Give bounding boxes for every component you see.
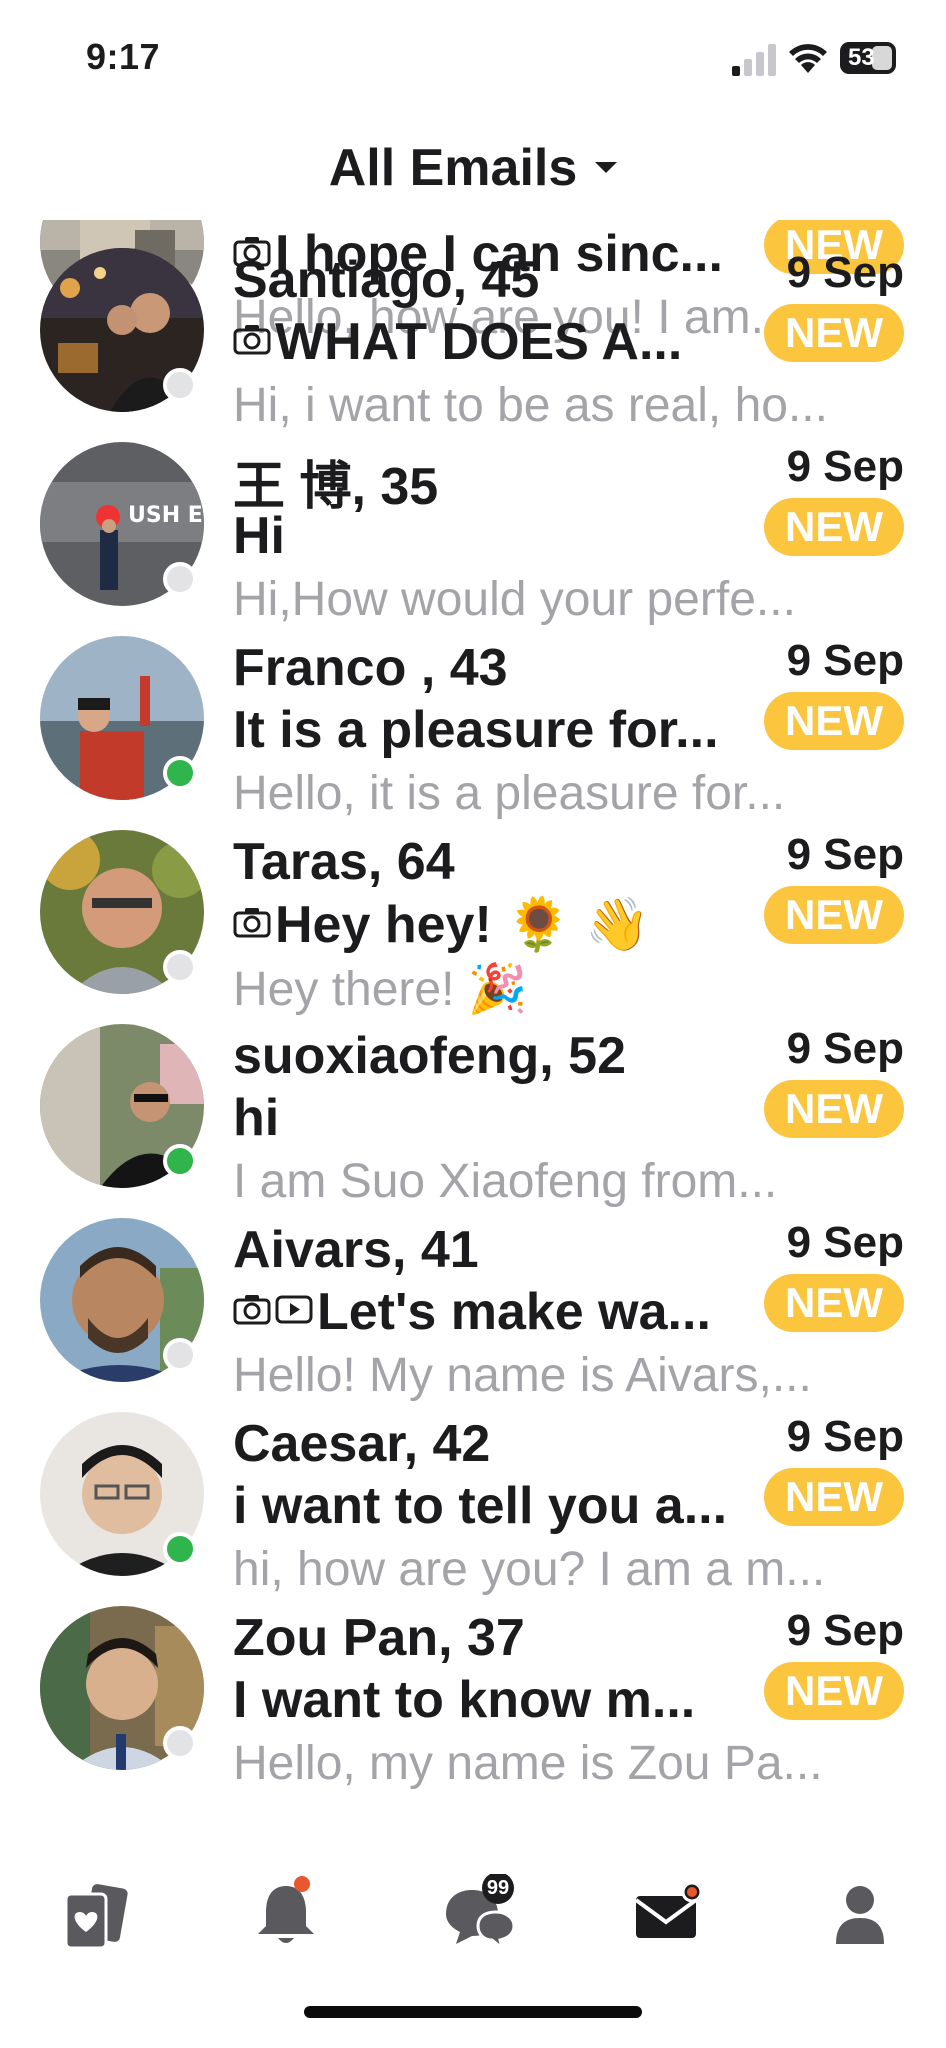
tab-emails[interactable]	[628, 1874, 708, 1954]
presence-dot	[163, 1338, 197, 1372]
email-row[interactable]: Franco , 43 9 Sep It is a pleasure for..…	[0, 636, 946, 830]
svg-text:USH EVER: USH EVER	[128, 503, 204, 528]
sender-name: Caesar, 42	[233, 1415, 491, 1473]
email-preview: Hi,How would your perfe...	[233, 573, 796, 626]
email-list[interactable]: I hope I can sinc... NEW Hello, how are …	[0, 220, 946, 1850]
email-date: 9 Sep	[786, 248, 904, 297]
presence-dot	[163, 950, 197, 984]
status-bar: 9:17 53	[0, 0, 946, 120]
home-indicator[interactable]	[304, 2006, 642, 2018]
presence-dot	[163, 368, 197, 402]
email-subject: I want to know m...	[233, 1671, 696, 1729]
new-badge: NEW	[764, 1274, 904, 1332]
email-date: 9 Sep	[786, 1606, 904, 1655]
wifi-icon	[789, 44, 827, 73]
email-subject: It is a pleasure for...	[233, 701, 719, 759]
sender-name: Taras, 64	[233, 833, 455, 891]
tab-profile[interactable]	[820, 1874, 900, 1954]
header: All Emails	[0, 120, 946, 220]
new-badge: NEW	[764, 1080, 904, 1138]
tab-chat[interactable]: 99	[438, 1872, 518, 1954]
sender-name: Franco , 43	[233, 639, 508, 697]
camera-icon	[233, 1295, 271, 1325]
page-title: All Emails	[328, 139, 578, 197]
mailbox-filter-dropdown[interactable]: All Emails	[0, 138, 946, 198]
email-row[interactable]: Aivars, 41 9 Sep Let's make wa... NEW He…	[0, 1218, 946, 1412]
email-preview: hi, how are you? I am a m...	[233, 1543, 826, 1596]
email-date: 9 Sep	[786, 1024, 904, 1073]
new-badge: NEW	[764, 498, 904, 556]
video-icon	[275, 1295, 313, 1324]
email-row[interactable]: Santiago, 45 9 Sep WHAT DOES A... NEW Hi…	[0, 248, 946, 442]
new-badge: NEW	[764, 1662, 904, 1720]
tab-bar: 99	[0, 1858, 946, 1968]
battery-icon: 53	[840, 42, 896, 74]
new-badge: NEW	[764, 304, 904, 362]
camera-icon	[233, 908, 271, 938]
sender-name: Zou Pan, 37	[233, 1609, 525, 1667]
tab-discover[interactable]	[54, 1874, 134, 1954]
email-preview: Hello! My name is Aivars,...	[233, 1349, 812, 1402]
email-row[interactable]: suoxiaofeng, 52 9 Sep hi NEW I am Suo Xi…	[0, 1024, 946, 1218]
email-row[interactable]: Caesar, 42 9 Sep i want to tell you a...…	[0, 1412, 946, 1606]
new-badge: NEW	[764, 692, 904, 750]
email-preview: I am Suo Xiaofeng from...	[233, 1155, 778, 1208]
email-date: 9 Sep	[786, 442, 904, 491]
email-row[interactable]: Taras, 64 9 Sep Hey hey! 🌻 👋 NEW Hey the…	[0, 830, 946, 1024]
battery-level: 53	[848, 44, 875, 71]
new-badge: NEW	[764, 886, 904, 944]
email-row[interactable]: Zou Pan, 37 9 Sep I want to know m... NE…	[0, 1606, 946, 1800]
email-subject: WHAT DOES A...	[233, 312, 753, 372]
sender-name: Aivars, 41	[233, 1221, 479, 1279]
email-subject: Hi	[233, 507, 285, 565]
email-row[interactable]: USH EVER 王 博, 35 9 Sep Hi NEW Hi,How wou…	[0, 442, 946, 636]
presence-dot	[163, 562, 197, 596]
sender-name: Santiago, 45	[233, 251, 540, 309]
mail-icon	[634, 1881, 703, 1938]
chat-unread-count: 99	[486, 1877, 510, 1899]
email-preview: Hey there! 🎉	[233, 963, 528, 1016]
presence-dot	[163, 1726, 197, 1760]
email-preview: Hi, i want to be as real, ho...	[233, 379, 828, 432]
email-date: 9 Sep	[786, 636, 904, 685]
email-date: 9 Sep	[786, 1218, 904, 1267]
email-subject: hi	[233, 1089, 280, 1147]
profile-icon	[836, 1886, 884, 1944]
email-date: 9 Sep	[786, 830, 904, 879]
email-subject: i want to tell you a...	[233, 1477, 728, 1535]
email-preview: Hello, it is a pleasure for...	[233, 767, 786, 820]
email-date: 9 Sep	[786, 1412, 904, 1461]
sender-name: suoxiaofeng, 52	[233, 1027, 626, 1085]
cellular-signal-icon	[732, 44, 776, 76]
presence-dot	[163, 756, 197, 790]
cards-heart-icon	[64, 1884, 128, 1950]
presence-dot	[163, 1532, 197, 1566]
email-preview: Hello, my name is Zou Pa...	[233, 1737, 823, 1790]
camera-icon	[233, 325, 271, 355]
chevron-down-icon	[595, 161, 618, 173]
tab-notifications[interactable]	[246, 1874, 326, 1954]
status-time: 9:17	[86, 36, 161, 77]
email-subject: Let's make wa...	[233, 1282, 753, 1342]
bell-icon	[258, 1876, 314, 1943]
presence-dot	[163, 1144, 197, 1178]
new-badge: NEW	[764, 1468, 904, 1526]
email-subject: Hey hey! 🌻 👋	[233, 894, 753, 955]
